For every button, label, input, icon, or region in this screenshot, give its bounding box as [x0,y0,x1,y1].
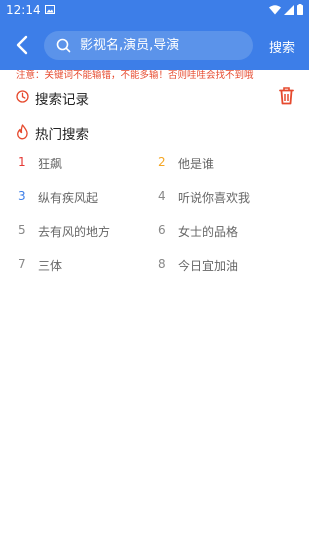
hot-search-rank: 8 [158,257,166,271]
image-notification-icon [45,5,55,14]
search-button[interactable]: 搜索 [269,37,295,56]
search-header: 搜索 [0,20,309,70]
search-box[interactable] [44,31,253,60]
fire-icon [17,124,28,140]
back-arrow-icon[interactable] [12,34,32,56]
clock-icon [16,90,29,103]
status-icons [269,4,303,15]
hot-search-rank: 2 [158,155,166,169]
hot-search-name: 听说你喜欢我 [178,191,251,205]
hot-search-rank: 3 [18,189,26,203]
hot-search-name: 纵有疾风起 [38,191,99,205]
hot-search-name: 女士的品格 [178,225,239,239]
status-bar: 12:14 [0,0,309,20]
hot-search-rank: 6 [158,223,166,237]
hot-search-name: 狂飙 [38,157,63,171]
hot-search-rank: 4 [158,189,166,203]
hot-search-name: 去有风的地方 [38,225,111,239]
notice-text: 注意：关键词不能输错，不能多输！否则哇哇会找不到哦 [16,70,254,81]
hot-search-name: 他是谁 [178,157,215,171]
hot-search-name: 今日宜加油 [178,259,239,273]
status-time: 12:14 [6,3,41,17]
search-icon [56,38,71,53]
hot-search-rank: 7 [18,257,26,271]
hot-search-title: 热门搜索 [35,127,89,143]
hot-search-rank: 1 [18,155,26,169]
trash-icon[interactable] [278,86,295,105]
signal-icon [284,4,294,15]
search-history-header: 搜索记录 [16,86,296,108]
hot-search-name: 三体 [38,259,63,273]
hot-search-header: 热门搜索 [16,121,296,143]
search-input[interactable] [80,35,245,56]
search-history-title: 搜索记录 [35,92,89,108]
hot-search-rank: 5 [18,223,26,237]
wifi-icon [269,4,281,14]
battery-icon [297,4,303,15]
